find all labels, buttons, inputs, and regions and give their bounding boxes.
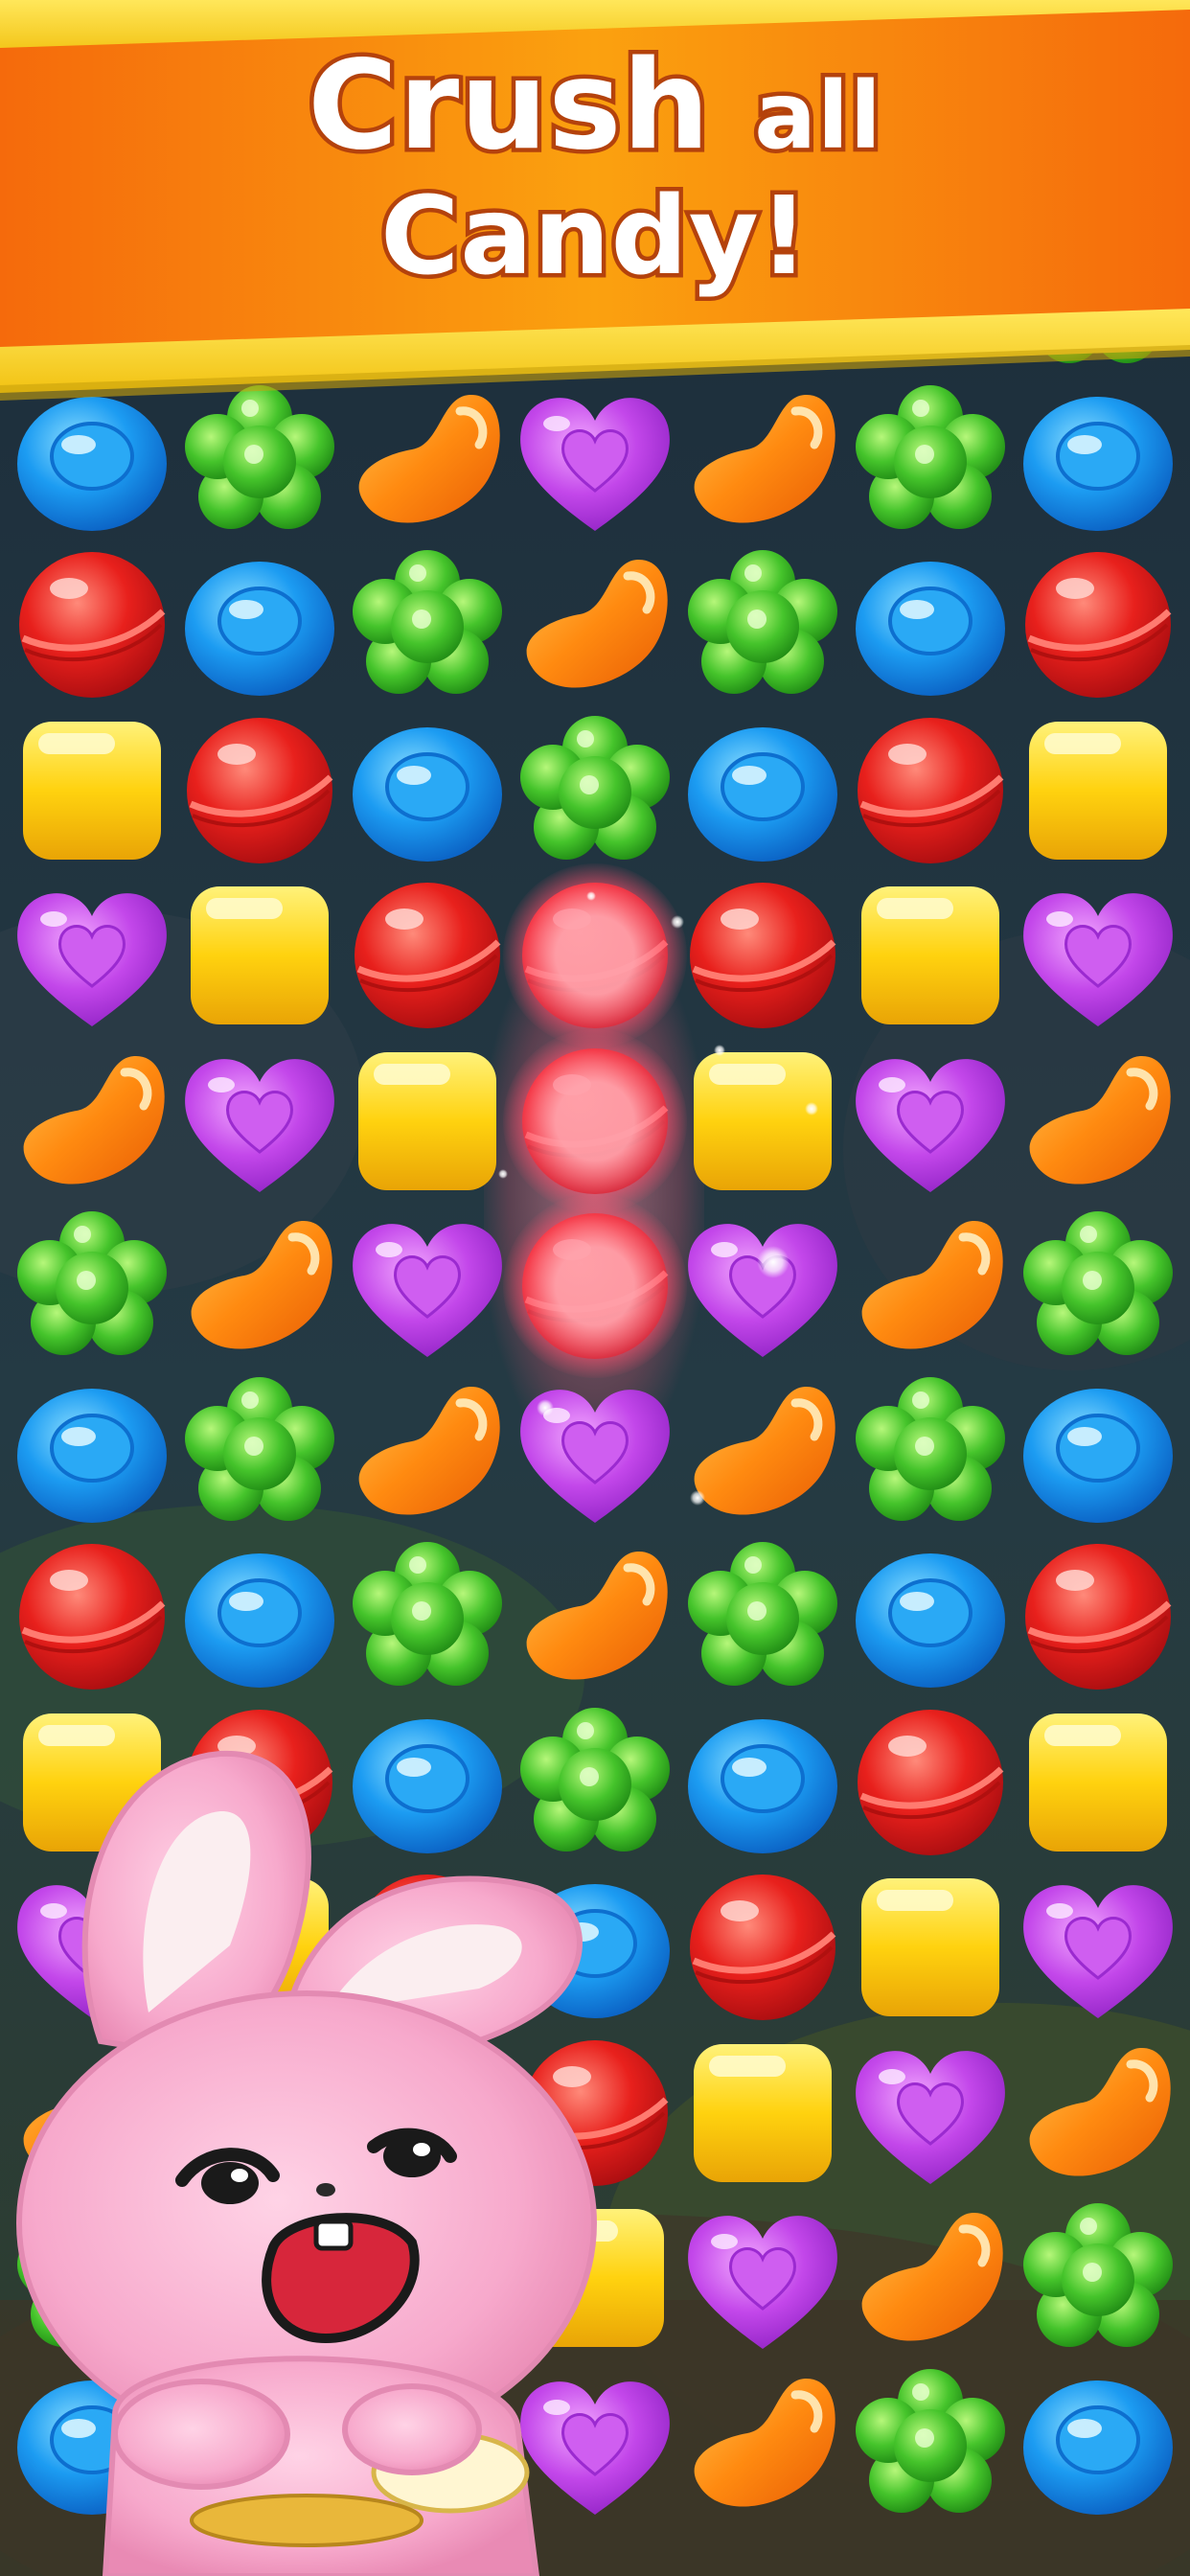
- candy-blue-disc-icon[interactable]: [848, 1534, 1013, 1699]
- candy-purple-heart-icon[interactable]: [1016, 873, 1180, 1038]
- candy-orange-bean-icon[interactable]: [848, 2196, 1013, 2360]
- candy-green-flower-icon[interactable]: [848, 2361, 1013, 2526]
- candy-orange-bean-icon[interactable]: [680, 1369, 845, 1534]
- candy-blue-disc-icon[interactable]: [1016, 1369, 1180, 1534]
- candy-green-flower-icon[interactable]: [848, 1369, 1013, 1534]
- candy-orange-bean-icon[interactable]: [848, 1204, 1013, 1368]
- candy-green-flower-icon[interactable]: [345, 1534, 510, 1699]
- candy-green-flower-icon[interactable]: [1016, 1204, 1180, 1368]
- headline-line-1: Crush all: [0, 31, 1190, 182]
- candy-purple-heart-icon[interactable]: [1016, 1865, 1180, 2030]
- candy-yellow-square-icon[interactable]: [680, 2031, 845, 2196]
- candy-yellow-square-icon[interactable]: [680, 1039, 845, 1204]
- candy-purple-heart-icon[interactable]: [848, 2031, 1013, 2196]
- candy-red-ball-icon[interactable]: [503, 1028, 687, 1213]
- candy-red-ball-icon[interactable]: [10, 1534, 174, 1699]
- candy-green-flower-icon[interactable]: [1016, 2196, 1180, 2360]
- candy-blue-disc-icon[interactable]: [680, 1700, 845, 1865]
- headline-line-2: Candy!: [377, 171, 813, 304]
- candy-green-flower-icon[interactable]: [680, 542, 845, 707]
- candy-blue-disc-icon[interactable]: [680, 708, 845, 873]
- candy-yellow-square-icon[interactable]: [848, 873, 1013, 1038]
- candy-red-ball-icon[interactable]: [848, 708, 1013, 873]
- candy-green-flower-icon[interactable]: [345, 542, 510, 707]
- candy-red-ball-icon[interactable]: [345, 873, 510, 1038]
- candy-purple-heart-icon[interactable]: [680, 1204, 845, 1368]
- candy-red-ball-icon[interactable]: [680, 873, 845, 1038]
- candy-yellow-square-icon[interactable]: [1016, 708, 1180, 873]
- candy-orange-bean-icon[interactable]: [345, 1369, 510, 1534]
- candy-red-ball-icon[interactable]: [503, 1194, 687, 1378]
- candy-blue-disc-icon[interactable]: [848, 542, 1013, 707]
- candy-yellow-square-icon[interactable]: [10, 708, 174, 873]
- candy-blue-disc-icon[interactable]: [345, 708, 510, 873]
- sparkle: [537, 1399, 554, 1416]
- candy-red-ball-icon[interactable]: [177, 708, 342, 873]
- candy-purple-heart-icon[interactable]: [177, 1039, 342, 1204]
- candy-blue-disc-icon[interactable]: [177, 1534, 342, 1699]
- candy-blue-disc-icon[interactable]: [177, 542, 342, 707]
- candy-red-ball-icon[interactable]: [680, 1865, 845, 2030]
- candy-green-flower-icon[interactable]: [680, 1534, 845, 1699]
- candy-orange-bean-icon[interactable]: [513, 542, 677, 707]
- candy-orange-bean-icon[interactable]: [10, 1039, 174, 1204]
- candy-red-ball-icon[interactable]: [10, 542, 174, 707]
- pink-bunny-mascot-icon: [16, 1750, 597, 2576]
- sparkle: [714, 1045, 725, 1056]
- sparkle: [805, 1102, 818, 1116]
- candy-orange-bean-icon[interactable]: [513, 1534, 677, 1699]
- sparkle: [690, 1490, 705, 1506]
- candy-red-ball-icon[interactable]: [1016, 542, 1180, 707]
- candy-yellow-square-icon[interactable]: [177, 873, 342, 1038]
- title-banner: Crush all Candy!: [0, 0, 1190, 402]
- candy-purple-heart-icon[interactable]: [345, 1204, 510, 1368]
- candy-green-flower-icon[interactable]: [177, 1369, 342, 1534]
- sparkle: [498, 1169, 508, 1179]
- candy-red-ball-icon[interactable]: [848, 1700, 1013, 1865]
- candy-purple-heart-icon[interactable]: [680, 2196, 845, 2360]
- sparkle: [586, 891, 596, 901]
- candy-green-flower-icon[interactable]: [513, 708, 677, 873]
- candy-purple-heart-icon[interactable]: [10, 873, 174, 1038]
- sparkle: [757, 1246, 790, 1278]
- candy-yellow-square-icon[interactable]: [345, 1039, 510, 1204]
- candy-blue-disc-icon[interactable]: [10, 1369, 174, 1534]
- candy-red-ball-icon[interactable]: [1016, 1534, 1180, 1699]
- game-screen: Crush all Candy!: [0, 0, 1190, 2576]
- candy-green-flower-icon[interactable]: [10, 1204, 174, 1368]
- sparkle: [671, 915, 684, 929]
- candy-purple-heart-icon[interactable]: [848, 1039, 1013, 1204]
- candy-orange-bean-icon[interactable]: [1016, 1039, 1180, 1204]
- candy-blue-disc-icon[interactable]: [1016, 2361, 1180, 2526]
- candy-orange-bean-icon[interactable]: [1016, 2031, 1180, 2196]
- candy-purple-heart-icon[interactable]: [513, 1369, 677, 1534]
- headline-word-crush: Crush: [304, 31, 714, 182]
- headline-word-all: all: [750, 58, 886, 174]
- candy-yellow-square-icon[interactable]: [1016, 1700, 1180, 1865]
- candy-yellow-square-icon[interactable]: [848, 1865, 1013, 2030]
- candy-orange-bean-icon[interactable]: [680, 2361, 845, 2526]
- candy-orange-bean-icon[interactable]: [177, 1204, 342, 1368]
